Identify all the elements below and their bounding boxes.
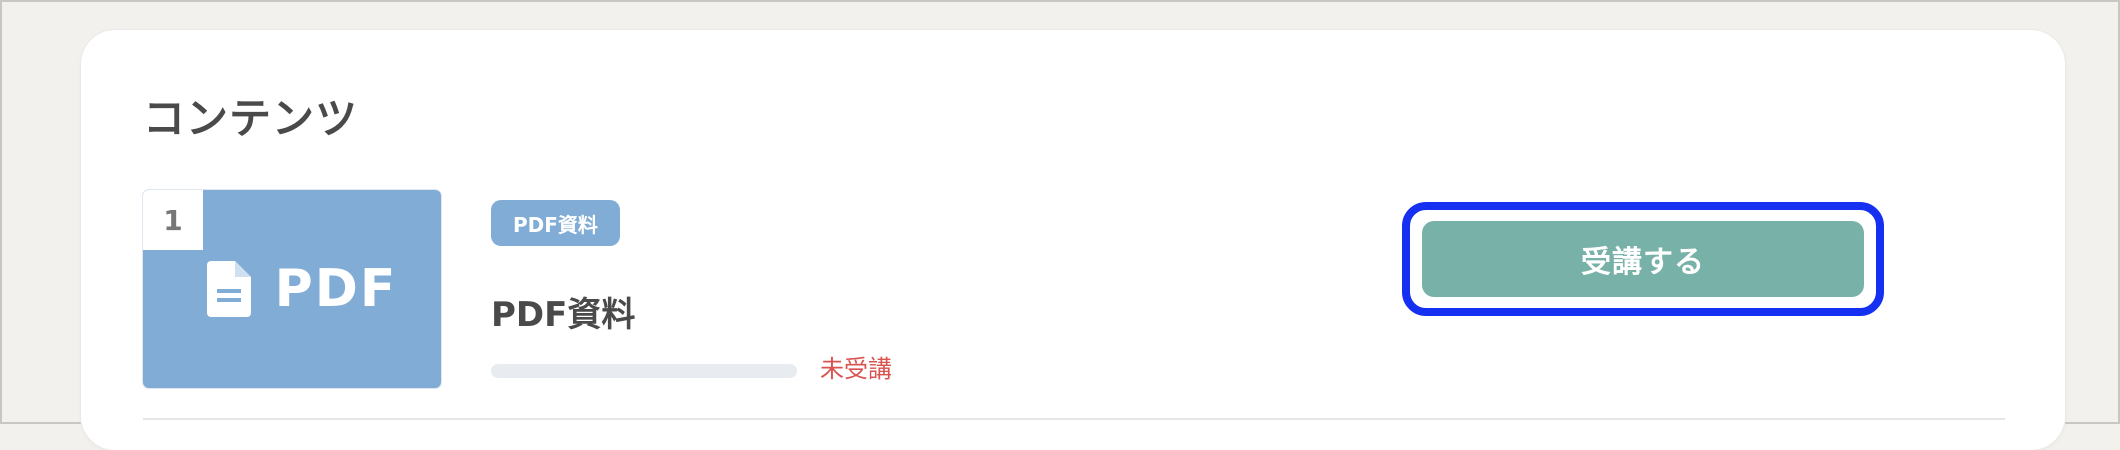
content-type-badge: PDF資料 bbox=[491, 200, 620, 246]
document-icon bbox=[206, 261, 251, 317]
content-title[interactable]: PDF資料 bbox=[491, 298, 635, 332]
thumbnail-label: PDF bbox=[274, 259, 398, 319]
status-text: 未受講 bbox=[820, 355, 892, 383]
content-thumbnail[interactable]: PDF 1 bbox=[143, 190, 441, 388]
start-lesson-button[interactable]: 受講する bbox=[1422, 221, 1864, 297]
section-title: コンテンツ bbox=[143, 94, 359, 143]
item-index-badge: 1 bbox=[143, 190, 203, 250]
progress-bar bbox=[491, 364, 797, 378]
row-divider bbox=[143, 418, 2005, 420]
